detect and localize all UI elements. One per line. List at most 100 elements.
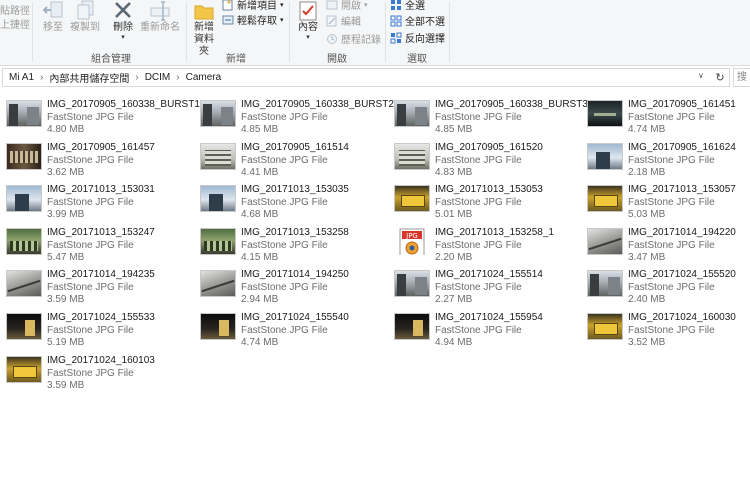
file-size: 3.52 MB bbox=[628, 337, 666, 348]
copy-to-label: 複製到 bbox=[70, 22, 100, 33]
file-name: IMG_20171013_153247 bbox=[47, 227, 155, 238]
file-item[interactable]: IMG_20170905_161457 FastStone JPG File 3.6… bbox=[0, 135, 190, 178]
move-to-label: 移至 bbox=[43, 22, 63, 33]
breadcrumb-camera[interactable]: Camera bbox=[186, 72, 222, 83]
ribbon-separator bbox=[449, 2, 450, 62]
file-item[interactable]: IMG_20171024_155954 FastStone JPG File 4.9… bbox=[388, 305, 578, 348]
file-item[interactable]: IMG_20171014_194235 FastStone JPG File 3.5… bbox=[0, 262, 190, 305]
rename-button[interactable]: 重新命名 bbox=[140, 0, 180, 34]
file-thumbnail bbox=[587, 228, 623, 255]
paste-shortcut-button[interactable]: 上捷徑 bbox=[0, 16, 30, 31]
invert-selection-button[interactable]: 反向選擇 bbox=[390, 30, 445, 45]
copy-path-button[interactable]: 貼路徑 bbox=[0, 2, 30, 17]
file-item[interactable]: IMG_20170905_160338_BURST1 FastStone JPG … bbox=[0, 92, 200, 135]
file-size: 3.59 MB bbox=[47, 380, 85, 391]
file-item[interactable]: IMG_20171024_155540 FastStone JPG File 4.7… bbox=[194, 305, 384, 348]
file-item[interactable]: IMG_20171014_194220 FastStone JPG File 3.4… bbox=[581, 220, 750, 263]
file-thumbnail bbox=[200, 228, 236, 255]
chevron-right-icon[interactable]: › bbox=[135, 72, 138, 83]
file-type: FastStone JPG File bbox=[628, 240, 715, 251]
invert-selection-label: 反向選擇 bbox=[405, 34, 445, 45]
select-all-button[interactable]: 全選 bbox=[390, 0, 425, 12]
delete-button[interactable]: 刪除 ▾ bbox=[110, 0, 136, 41]
file-size: 4.68 MB bbox=[241, 209, 279, 220]
file-item[interactable]: IMG_20170905_160338_BURST3 FastStone JPG … bbox=[388, 92, 588, 135]
jpg-file-icon: JPG bbox=[394, 228, 430, 255]
file-name: IMG_20170905_160338_BURST3 bbox=[435, 99, 588, 110]
file-name: IMG_20171013_153258_1 bbox=[435, 227, 554, 238]
file-item[interactable]: IMG_20171013_153053 FastStone JPG File 5.0… bbox=[388, 177, 578, 220]
address-bar[interactable]: Mi A1 › 內部共用儲存空間 › DCIM › Camera bbox=[2, 68, 730, 87]
new-folder-label-line1: 新增 bbox=[194, 22, 214, 33]
file-item[interactable]: IMG_20171013_153035 FastStone JPG File 4.6… bbox=[194, 177, 384, 220]
new-item-icon bbox=[222, 0, 233, 10]
search-placeholder: 搜 bbox=[737, 72, 747, 83]
file-thumbnail bbox=[6, 143, 42, 170]
edit-button[interactable]: 編輯 bbox=[326, 13, 361, 28]
file-size: 5.01 MB bbox=[435, 209, 473, 220]
refresh-icon[interactable]: ↻ bbox=[712, 70, 728, 85]
file-name: IMG_20170905_161624 bbox=[628, 142, 736, 153]
file-size: 2.40 MB bbox=[628, 294, 666, 305]
file-item[interactable]: IMG_20171014_194250 FastStone JPG File 2.9… bbox=[194, 262, 384, 305]
file-item[interactable]: IMG_20171013_153031 FastStone JPG File 3.9… bbox=[0, 177, 190, 220]
file-name: IMG_20170905_161520 bbox=[435, 142, 543, 153]
file-item[interactable]: IMG_20171013_153057 FastStone JPG File 5.0… bbox=[581, 177, 750, 220]
file-thumbnail bbox=[6, 270, 42, 297]
move-to-icon bbox=[42, 1, 63, 18]
move-to-button[interactable]: 移至 bbox=[40, 0, 66, 34]
chevron-right-icon[interactable]: › bbox=[40, 72, 43, 83]
file-item[interactable]: IMG_20170905_161624 FastStone JPG File 2.1… bbox=[581, 135, 750, 178]
file-item[interactable]: IMG_20171024_155514 FastStone JPG File 2.2… bbox=[388, 262, 578, 305]
file-size: 2.94 MB bbox=[241, 294, 279, 305]
open-button[interactable]: 開啟 ▾ bbox=[326, 0, 368, 12]
copy-to-button[interactable]: 複製到 bbox=[70, 0, 100, 34]
file-item[interactable]: IMG_20170905_161451 FastStone JPG File 4.7… bbox=[581, 92, 750, 135]
search-input[interactable]: 搜 bbox=[733, 68, 750, 87]
select-none-button[interactable]: 全部不選 bbox=[390, 13, 445, 28]
file-item[interactable]: IMG_20171024_160030 FastStone JPG File 3.5… bbox=[581, 305, 750, 348]
new-item-button[interactable]: 新增項目 ▾ bbox=[222, 0, 284, 12]
file-item[interactable]: IMG_20170905_160338_BURST2 FastStone JPG … bbox=[194, 92, 394, 135]
file-type: FastStone JPG File bbox=[241, 325, 328, 336]
file-item[interactable]: IMG_20171013_153258 FastStone JPG File 4.1… bbox=[194, 220, 384, 263]
breadcrumb-dcim[interactable]: DCIM bbox=[145, 72, 171, 83]
history-button[interactable]: 歷程記錄 bbox=[326, 31, 381, 46]
file-name: IMG_20171024_160030 bbox=[628, 312, 736, 323]
chevron-down-icon: ▾ bbox=[121, 34, 125, 41]
file-type: FastStone JPG File bbox=[435, 325, 522, 336]
file-item[interactable]: IMG_20171024_155533 FastStone JPG File 5.1… bbox=[0, 305, 190, 348]
file-name: IMG_20171024_155533 bbox=[47, 312, 155, 323]
address-history-chevron-icon[interactable]: ∨ bbox=[698, 71, 704, 80]
file-name: IMG_20170905_160338_BURST2 bbox=[241, 99, 394, 110]
chevron-down-icon: ▾ bbox=[364, 1, 368, 9]
chevron-down-icon: ▾ bbox=[280, 16, 284, 24]
file-item[interactable]: IMG_20171024_155520 FastStone JPG File 2.4… bbox=[581, 262, 750, 305]
file-thumbnail bbox=[394, 270, 430, 297]
rename-label: 重新命名 bbox=[140, 22, 180, 33]
file-item[interactable]: JPG IMG_20171013_153258_1 FastStone JPG Fi… bbox=[388, 220, 578, 263]
file-name: IMG_20170905_161457 bbox=[47, 142, 155, 153]
breadcrumb-internal-storage[interactable]: 內部共用儲存空間 bbox=[49, 70, 129, 85]
rename-icon bbox=[150, 1, 170, 21]
file-size: 3.99 MB bbox=[47, 209, 85, 220]
file-type: FastStone JPG File bbox=[241, 240, 328, 251]
file-item[interactable]: IMG_20170905_161514 FastStone JPG File 4.4… bbox=[194, 135, 384, 178]
chevron-right-icon[interactable]: › bbox=[176, 72, 179, 83]
breadcrumb-mi-a1[interactable]: Mi A1 bbox=[9, 72, 34, 83]
file-thumbnail bbox=[200, 143, 236, 170]
svg-text:JPG: JPG bbox=[405, 232, 418, 240]
file-thumbnail bbox=[587, 270, 623, 297]
file-item[interactable]: IMG_20171013_153247 FastStone JPG File 5.4… bbox=[0, 220, 190, 263]
file-thumbnail bbox=[587, 185, 623, 212]
file-thumbnail bbox=[200, 100, 236, 127]
chevron-down-icon: ▾ bbox=[306, 34, 310, 41]
easy-access-button[interactable]: 輕鬆存取 ▾ bbox=[222, 12, 284, 27]
file-type: FastStone JPG File bbox=[47, 112, 134, 123]
file-item[interactable]: IMG_20171024_160103 FastStone JPG File 3.5… bbox=[0, 348, 190, 391]
properties-button[interactable]: 內容 ▾ bbox=[294, 0, 322, 41]
file-type: FastStone JPG File bbox=[628, 325, 715, 336]
file-name: IMG_20171013_153031 bbox=[47, 184, 155, 195]
file-thumbnail bbox=[6, 356, 42, 383]
file-item[interactable]: IMG_20170905_161520 FastStone JPG File 4.8… bbox=[388, 135, 578, 178]
